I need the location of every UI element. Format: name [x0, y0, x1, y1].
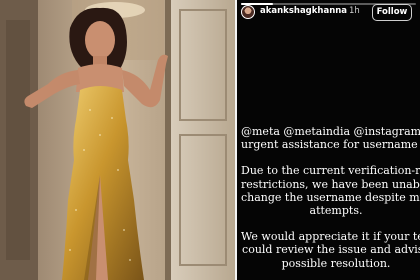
follow-button[interactable]: Follow [372, 4, 412, 21]
post-time: 1h [349, 6, 360, 16]
avatar[interactable] [241, 5, 255, 19]
story-header: akankshagkhanna 1h Follow [241, 4, 416, 21]
story-text: @meta @metaindia @instagram seek urgent … [241, 125, 420, 270]
photo-illustration [0, 0, 235, 280]
story-line: urgent assistance for username chang [241, 138, 420, 152]
story-line: possible resolution. [281, 256, 391, 270]
instagram-story[interactable]: akankshagkhanna 1h Follow @meta @metaind… [237, 0, 420, 280]
story-line: We would appreciate it if your team [241, 230, 420, 244]
username[interactable]: akankshagkhanna [260, 6, 347, 16]
story-line: could review the issue and advise [242, 243, 420, 257]
story-line: restrictions, we have been unable to [241, 177, 420, 191]
story-line: Due to the current verification-related [241, 164, 420, 178]
story-line: @meta @metaindia @instagram seek [241, 125, 420, 138]
story-line: change the username despite multiple [241, 190, 420, 204]
woman-photo [0, 0, 235, 280]
story-line: attempts. [309, 204, 363, 218]
